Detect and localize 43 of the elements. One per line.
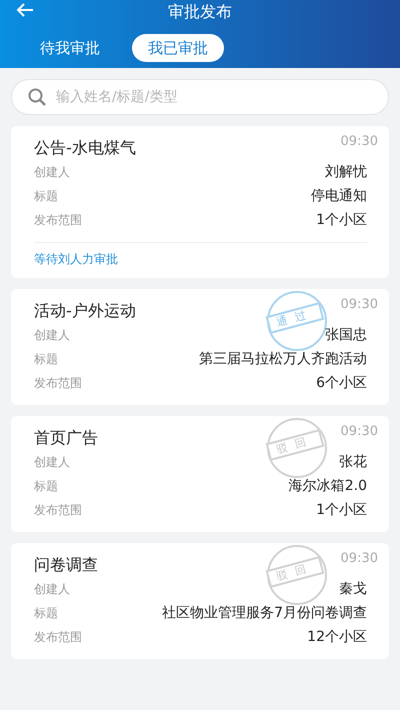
- stamp-text: 驳回: [266, 556, 324, 588]
- field-label: 标题: [34, 351, 58, 368]
- field-value: 刘解忧: [325, 162, 367, 182]
- field-value: 张花: [339, 452, 367, 472]
- field-value: 1个小区: [316, 500, 367, 520]
- search-icon: [28, 88, 46, 106]
- field-value: 社区物业管理服务7月份问卷调查: [162, 604, 367, 622]
- field-value: 秦戈: [339, 580, 367, 598]
- field-label: 发布范围: [34, 629, 82, 646]
- time-label: 09:30: [340, 135, 378, 149]
- card-title: 活动-户外运动: [34, 300, 136, 322]
- field-label: 创建人: [34, 581, 70, 598]
- field-value: 12个小区: [307, 628, 367, 646]
- time-label: 09:30: [340, 298, 378, 312]
- stamp-text: 驳回: [266, 429, 324, 461]
- card-title: 问卷调查: [34, 554, 98, 576]
- field-value: 6个小区: [316, 374, 367, 392]
- field-label: 标题: [34, 478, 58, 495]
- back-icon[interactable]: [16, 2, 34, 18]
- tab[interactable]: 待我审批: [24, 34, 116, 62]
- search-field[interactable]: 输入姓名/标题/类型: [11, 79, 389, 115]
- field-label: 发布范围: [34, 375, 82, 392]
- field-label: 创建人: [34, 164, 70, 181]
- field-label: 发布范围: [34, 212, 82, 229]
- field-value: 第三届马拉松万人齐跑活动: [199, 350, 367, 368]
- time-label: 09:30: [340, 552, 378, 566]
- field-label: 标题: [34, 605, 58, 622]
- tab[interactable]: 我已审批: [132, 34, 224, 62]
- card-title: 公告-水电煤气: [34, 137, 136, 159]
- time-label: 09:30: [340, 425, 378, 439]
- field-label: 创建人: [34, 454, 70, 471]
- stamp-text: 通过: [266, 302, 324, 334]
- search-input[interactable]: 输入姓名/标题/类型: [54, 86, 372, 108]
- page-title: 审批发布: [168, 1, 232, 23]
- field-value: 1个小区: [316, 210, 367, 230]
- card-title: 首页广告: [34, 427, 98, 449]
- status-link[interactable]: 等待刘人力审批: [34, 242, 367, 268]
- field-value: 停电通知: [311, 186, 367, 206]
- field-value: 海尔冰箱2.0: [288, 476, 367, 496]
- field-value: 张国忠: [325, 326, 367, 344]
- field-label: 发布范围: [34, 502, 82, 519]
- field-label: 创建人: [34, 327, 70, 344]
- field-label: 标题: [34, 188, 58, 205]
